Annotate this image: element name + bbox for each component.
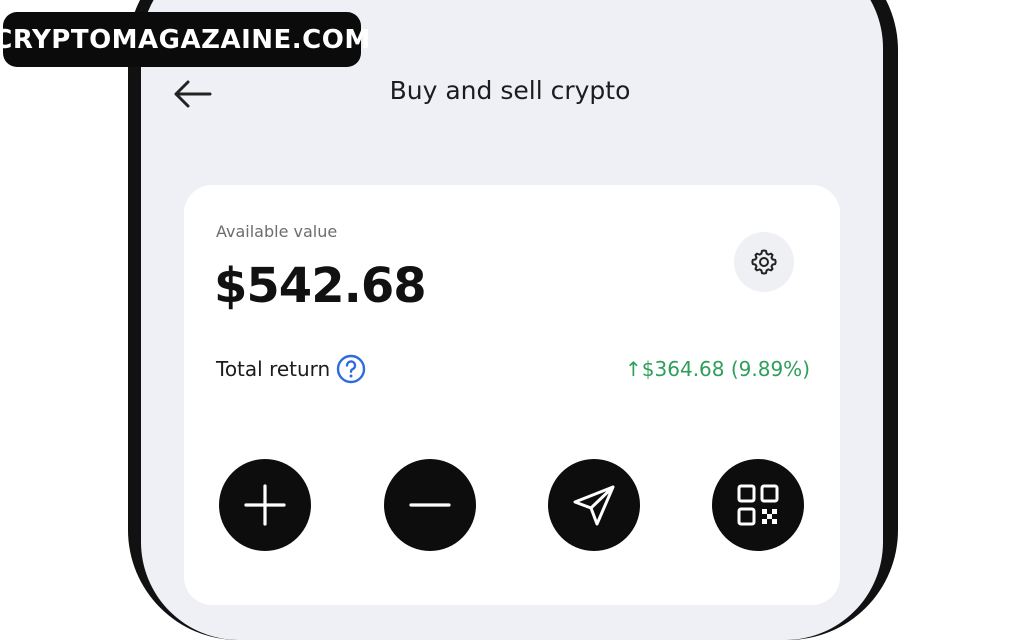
balance-amount: $542.68 [214, 258, 427, 314]
plus-icon [244, 484, 286, 526]
settings-button[interactable] [734, 232, 794, 292]
add-button[interactable] [219, 459, 311, 551]
gear-icon [751, 249, 777, 275]
question-circle-icon[interactable] [335, 353, 367, 385]
total-return-value: ↑$364.68 (9.89%) [625, 357, 810, 381]
back-button[interactable] [170, 76, 214, 112]
watermark-banner: CRYPTOMAGAZAINE.COM [0, 12, 370, 67]
send-button[interactable] [548, 459, 640, 551]
total-return-label: Total return [216, 357, 331, 381]
arrow-left-icon [174, 80, 212, 108]
receive-button[interactable] [712, 459, 804, 551]
sell-button[interactable] [384, 459, 476, 551]
watermark-text: CRYPTOMAGAZAINE.COM [0, 24, 371, 55]
page-title: Buy and sell crypto [389, 76, 631, 105]
available-value-label: Available value [216, 222, 338, 241]
minus-icon [409, 503, 451, 507]
send-icon [573, 485, 615, 526]
qr-code-icon [737, 484, 779, 526]
